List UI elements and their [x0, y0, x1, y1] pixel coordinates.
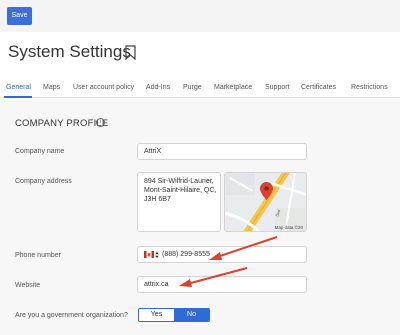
address-line: 894 Sir-Wilfrid-Laurier,	[144, 178, 214, 185]
government-org-label: Are you a government organization?	[15, 312, 128, 319]
website-label: Website	[15, 282, 41, 289]
tab-maps[interactable]: Maps	[43, 84, 60, 91]
company-address-input[interactable]: 894 Sir-Wilfrid-Laurier, Mont-Saint-Hila…	[137, 172, 221, 232]
save-button[interactable]: Save	[7, 7, 32, 25]
government-no-option[interactable]: No	[174, 309, 209, 321]
government-yes-option[interactable]: Yes	[139, 309, 174, 321]
address-line: J3H 6B7	[144, 196, 171, 203]
map-pin-icon	[260, 182, 273, 200]
country-dropdown-icon[interactable]	[155, 251, 159, 259]
settings-tabs: General Maps User account policy Add-Ins…	[0, 80, 400, 98]
tab-marketplace[interactable]: Marketplace	[214, 84, 252, 91]
tab-user-account-policy[interactable]: User account policy	[73, 84, 134, 91]
active-tab-indicator	[4, 96, 32, 98]
page-title: System Settings	[8, 42, 131, 61]
map-attribution: Map data ©20	[274, 225, 303, 230]
tab-purge[interactable]: Purge	[183, 84, 202, 91]
tab-restrictions[interactable]: Restrictions	[351, 84, 388, 91]
tab-certificates[interactable]: Certificates	[301, 84, 336, 91]
tab-general[interactable]: General	[6, 84, 31, 91]
annotation-arrow-icon	[209, 236, 278, 260]
government-org-toggle: Yes No	[138, 308, 210, 322]
phone-number-value: (888) 299-8555	[162, 251, 210, 258]
location-map[interactable]: Sud Map data ©20	[224, 172, 307, 232]
canada-flag-icon[interactable]	[144, 251, 154, 258]
bookmark-icon[interactable]	[124, 45, 137, 60]
company-name-input[interactable]: AttriX	[137, 143, 307, 160]
tab-support[interactable]: Support	[265, 84, 290, 91]
info-circle-icon[interactable]: i	[96, 118, 105, 127]
section-title: COMPANY PROFILE	[15, 118, 109, 129]
tab-add-ins[interactable]: Add-Ins	[146, 84, 170, 91]
annotation-arrow-icon	[179, 267, 248, 287]
top-toolbar: Save	[0, 0, 400, 32]
phone-number-label: Phone number	[15, 252, 61, 259]
address-line: Mont-Saint-Hilaire, QC,	[144, 187, 217, 194]
company-address-label: Company address	[15, 178, 72, 185]
company-name-label: Company name	[15, 148, 65, 155]
